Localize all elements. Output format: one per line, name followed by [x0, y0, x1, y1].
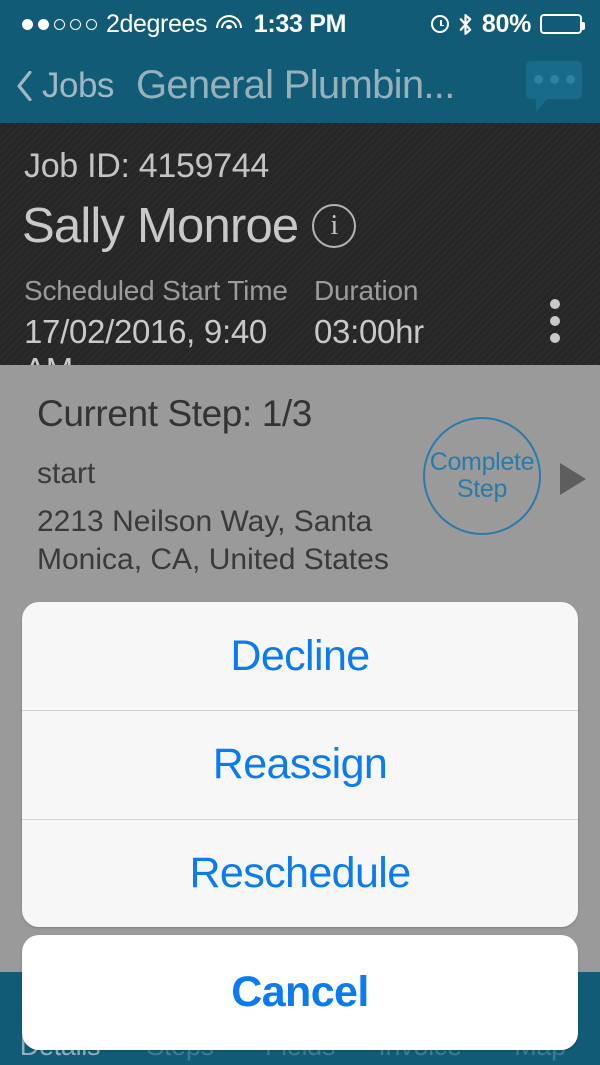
page-title: General Plumbin... [135, 63, 455, 107]
navigation-bar: Jobs General Plumbin... [0, 48, 600, 123]
scheduled-start-time-label: Scheduled Start Time [24, 275, 288, 306]
duration-label: Duration [314, 275, 419, 306]
phone-screen: 2degrees 1:33 PM 80% Jobs General Plumbi… [0, 0, 600, 1065]
info-icon[interactable]: i [312, 204, 357, 248]
step-name-label: start [37, 457, 96, 490]
action-sheet: Decline Reassign Reschedule [22, 602, 578, 927]
reassign-button[interactable]: Reassign [22, 710, 578, 818]
complete-step-line1: Complete [429, 448, 535, 476]
job-header: Job ID: 4159744 Sally Monroe i Scheduled… [0, 123, 600, 388]
chat-bubble-icon [526, 60, 582, 112]
play-arrow-icon[interactable] [560, 463, 586, 495]
customer-name: Sally Monroe [22, 199, 299, 253]
back-button[interactable]: Jobs [0, 66, 114, 106]
status-bar-right: 80% [430, 9, 600, 39]
current-step-label: Current Step: 1/3 [37, 393, 312, 434]
kebab-menu-icon[interactable] [550, 299, 560, 343]
customer-row: Sally Monroe i [22, 198, 357, 254]
status-bar: 2degrees 1:33 PM 80% [0, 0, 600, 48]
job-id-label: Job ID: 4159744 [24, 147, 270, 185]
alarm-icon [430, 15, 449, 33]
reschedule-button[interactable]: Reschedule [22, 818, 578, 927]
battery-percent-label: 80% [481, 9, 531, 38]
chat-button[interactable] [526, 60, 582, 112]
job-meta-labels: Scheduled Start Time Duration [24, 275, 424, 307]
chevron-left-icon [17, 70, 32, 101]
complete-step-line2: Step [456, 475, 508, 503]
bluetooth-icon [459, 13, 472, 35]
battery-icon [540, 14, 585, 34]
decline-button[interactable]: Decline [22, 602, 578, 710]
cancel-button[interactable]: Cancel [22, 935, 578, 1050]
complete-step-button[interactable]: Complete Step [423, 417, 541, 535]
back-button-label: Jobs [42, 65, 114, 105]
job-address: 2213 Neilson Way, Santa Monica, CA, Unit… [37, 505, 389, 576]
